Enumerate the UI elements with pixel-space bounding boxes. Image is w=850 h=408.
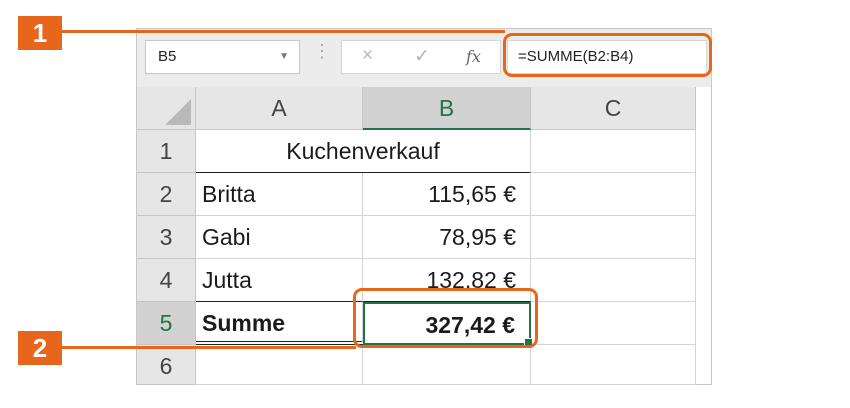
select-all-icon xyxy=(165,99,191,125)
callout-2-badge: 2 xyxy=(18,331,62,365)
cancel-icon[interactable]: × xyxy=(362,45,373,67)
cell-c3[interactable] xyxy=(531,216,696,259)
cell-a6[interactable] xyxy=(196,345,363,385)
cell-b3[interactable]: 78,95 € xyxy=(363,216,531,259)
formula-bar-grip-icon: ⋮ xyxy=(313,41,332,61)
cell-a1-merged-title[interactable]: Kuchenverkauf xyxy=(196,130,531,173)
cell-b6[interactable] xyxy=(363,345,531,385)
callout-1-leader xyxy=(60,30,505,33)
name-box-value: B5 xyxy=(158,48,177,65)
cell-a5[interactable]: Summe xyxy=(196,302,363,345)
cell-c1[interactable] xyxy=(531,130,696,173)
row-header-6[interactable]: 6 xyxy=(137,345,196,385)
callout-2-leader xyxy=(60,346,356,349)
formula-buttons: × ✓ fx xyxy=(341,40,501,74)
name-box-dropdown-icon[interactable]: ▼ xyxy=(279,41,289,73)
select-all-corner[interactable] xyxy=(137,87,196,130)
cell-b2[interactable]: 115,65 € xyxy=(363,173,531,216)
row-header-3[interactable]: 3 xyxy=(137,216,196,259)
row-header-2[interactable]: 2 xyxy=(137,173,196,216)
row-header-1[interactable]: 1 xyxy=(137,130,196,173)
column-header-b[interactable]: B xyxy=(363,87,531,130)
result-highlight-ring xyxy=(353,288,538,348)
cell-c6[interactable] xyxy=(531,345,696,385)
column-header-a[interactable]: A xyxy=(196,87,363,130)
callout-1-badge: 1 xyxy=(18,16,62,50)
row-header-5[interactable]: 5 xyxy=(137,302,196,345)
row-header-4[interactable]: 4 xyxy=(137,259,196,302)
cell-c5[interactable] xyxy=(531,302,696,345)
cell-a2[interactable]: Britta xyxy=(196,173,363,216)
formula-highlight-ring xyxy=(503,33,712,77)
cell-a3[interactable]: Gabi xyxy=(196,216,363,259)
cell-c4[interactable] xyxy=(531,259,696,302)
column-header-c[interactable]: C xyxy=(531,87,696,130)
enter-icon[interactable]: ✓ xyxy=(414,45,430,68)
cell-c2[interactable] xyxy=(531,173,696,216)
insert-function-icon[interactable]: fx xyxy=(466,47,481,66)
name-box[interactable]: B5 ▼ xyxy=(145,40,300,74)
cell-a4[interactable]: Jutta xyxy=(196,259,363,302)
